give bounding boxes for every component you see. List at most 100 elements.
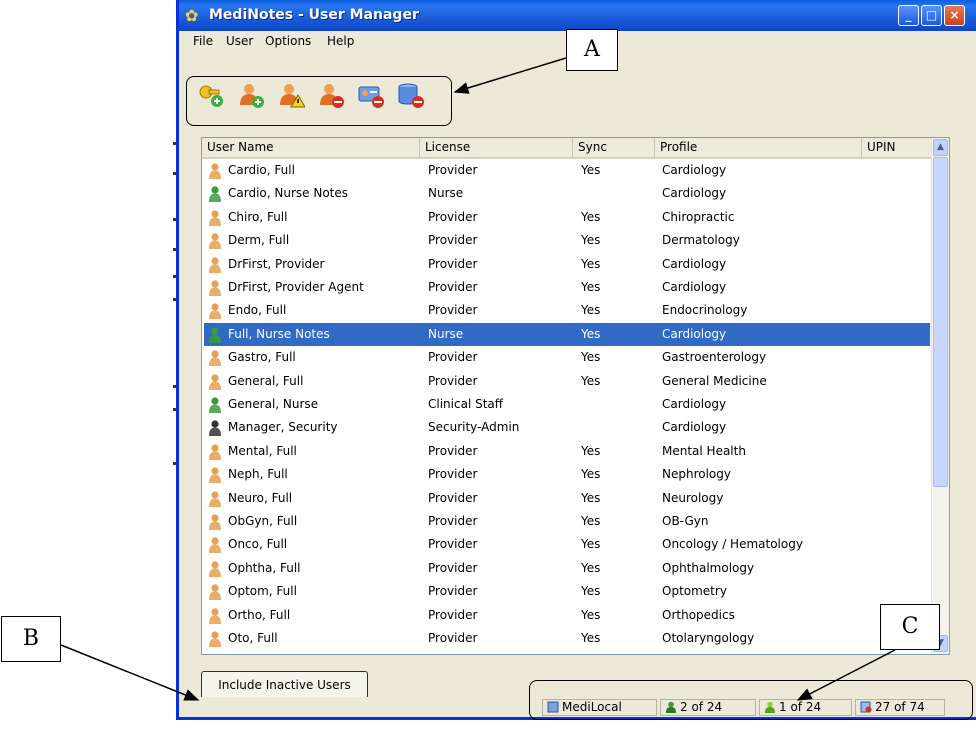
provider-user-icon	[209, 256, 221, 273]
cell-sync: Yes	[581, 584, 601, 599]
table-row[interactable]: Mental, Full Provider Yes Mental Health	[204, 440, 930, 463]
column-header-user-name[interactable]: User Name	[202, 138, 420, 157]
table-row[interactable]: Derm, Full Provider Yes Dermatology	[204, 229, 930, 252]
cell-sync: Yes	[581, 256, 601, 271]
cell-sync: Yes	[581, 280, 601, 294]
cell-profile: Optometry	[662, 584, 727, 599]
table-row[interactable]: Neuro, Full Provider Yes Neurology	[204, 487, 930, 510]
cell-user-name: Gastro, Full	[228, 350, 296, 365]
scroll-up-button[interactable]: ▲	[933, 139, 948, 156]
cell-user-name: Derm, Full	[228, 233, 290, 248]
table-row[interactable]: Manager, Security Security-Admin Cardiolog…	[204, 416, 930, 439]
cell-user-name: Chiro, Full	[228, 209, 288, 224]
table-row[interactable]: Ortho, Full Provider Yes Orthopedics	[204, 604, 930, 627]
cell-user-name: Full, Nurse Notes	[228, 326, 330, 341]
nurse-user-icon	[209, 397, 221, 413]
window-title: MediNotes - User Manager	[209, 7, 419, 23]
table-row[interactable]: Ophtha, Full Provider Yes Ophthalmology	[204, 557, 930, 580]
include-inactive-users-button[interactable]: Include Inactive Users	[201, 671, 368, 699]
cell-profile: Otolaryngology	[662, 631, 755, 645]
callout-c: C	[880, 604, 940, 650]
menu-options[interactable]: Options	[265, 34, 311, 48]
table-row[interactable]: Gastro, Full Provider Yes Gastroenterology	[204, 346, 930, 369]
cell-license: Provider	[428, 490, 478, 505]
table-row[interactable]: Pain, Full Provider Yes Pain Management	[204, 650, 930, 655]
minimize-button[interactable]: _	[898, 5, 919, 26]
table-row[interactable]: Cardio, Nurse Notes Nurse Cardiology	[204, 182, 930, 205]
cell-license: Provider	[428, 303, 478, 318]
toolbar-highlight-outline	[186, 76, 452, 126]
cell-profile: Mental Health	[662, 443, 746, 458]
user-list[interactable]: User Name License Sync Profile UPIN Card…	[201, 137, 950, 655]
provider-user-icon	[209, 537, 221, 554]
cell-sync: Yes	[581, 233, 601, 248]
provider-user-icon	[209, 490, 221, 507]
cell-profile: Gastroenterology	[662, 350, 767, 365]
cell-profile: Pain Management	[662, 650, 770, 654]
admin-user-icon	[209, 420, 221, 437]
vertical-scrollbar[interactable]: ▲ ▼	[931, 138, 949, 654]
table-row[interactable]: ObGyn, Full Provider Yes OB-Gyn	[204, 510, 930, 533]
provider-user-icon	[208, 653, 222, 655]
cell-license: Provider	[428, 650, 477, 654]
cell-license: Provider	[428, 209, 478, 224]
callout-b: B	[1, 616, 61, 662]
menu-help[interactable]: Help	[327, 34, 354, 48]
table-row[interactable]: Onco, Full Provider Yes Oncology / Hematolo…	[204, 533, 930, 556]
cell-sync: Yes	[581, 350, 601, 365]
title-bar[interactable]: ✿ MediNotes - User Manager _ □ ×	[179, 0, 976, 31]
provider-user-icon	[209, 233, 221, 250]
cell-sync: Yes	[581, 163, 601, 177]
cell-license: Provider	[428, 443, 478, 458]
cell-license: Provider	[428, 280, 478, 294]
cell-sync: Yes	[581, 607, 601, 622]
table-row[interactable]: Full, Nurse Notes Nurse Yes Cardiology	[204, 322, 930, 346]
table-row[interactable]: Neph, Full Provider Yes Nephrology	[204, 463, 930, 486]
close-button[interactable]: ×	[944, 5, 965, 26]
table-row[interactable]: General, Full Provider Yes General Medicine	[204, 370, 930, 393]
scroll-thumb[interactable]	[933, 157, 948, 487]
table-row[interactable]: DrFirst, Provider Agent Provider Yes Cardio…	[204, 276, 930, 299]
provider-user-icon	[209, 444, 221, 460]
provider-user-icon	[209, 631, 221, 647]
cell-license: Provider	[428, 560, 478, 575]
cell-license: Provider	[428, 514, 478, 528]
cell-profile: Endocrinology	[662, 303, 748, 318]
cell-sync: Yes	[581, 514, 601, 528]
maximize-button[interactable]: □	[921, 5, 942, 26]
column-header-profile[interactable]: Profile	[655, 138, 862, 157]
table-row[interactable]: DrFirst, Provider Provider Yes Cardiology	[204, 253, 930, 276]
menu-user[interactable]: User	[226, 34, 253, 48]
provider-user-icon	[209, 467, 221, 484]
cell-user-name: Ophtha, Full	[228, 560, 301, 575]
table-row[interactable]: Cardio, Full Provider Yes Cardiology	[204, 159, 930, 182]
column-header-sync[interactable]: Sync	[573, 138, 655, 157]
table-row[interactable]: Chiro, Full Provider Yes Chiropractic	[204, 206, 930, 229]
cell-profile: Cardiology	[662, 326, 727, 341]
nurse-user-icon	[209, 327, 221, 343]
provider-user-icon	[209, 561, 221, 577]
provider-user-icon	[209, 373, 221, 390]
nurse-user-icon	[209, 186, 221, 203]
table-row[interactable]: Optom, Full Provider Yes Optometry	[204, 580, 930, 603]
cell-user-name: Pain, Full	[228, 650, 281, 654]
menu-file[interactable]: File	[193, 34, 213, 48]
cell-license: Nurse	[428, 186, 464, 201]
provider-user-icon	[209, 210, 221, 226]
medinotes-app-icon: ✿	[185, 6, 199, 25]
cell-profile: Nephrology	[662, 467, 731, 482]
cell-user-name: General, Nurse	[228, 397, 319, 411]
table-row[interactable]: Endo, Full Provider Yes Endocrinology	[204, 299, 930, 322]
cell-license: Security-Admin	[428, 420, 520, 435]
cell-profile: Cardiology	[662, 420, 727, 435]
callout-a: A	[566, 29, 618, 71]
column-header-license[interactable]: License	[420, 138, 573, 157]
cell-user-name: ObGyn, Full	[228, 514, 298, 528]
cell-user-name: Manager, Security	[228, 420, 338, 435]
provider-user-icon	[209, 607, 221, 624]
cell-user-name: Onco, Full	[228, 537, 288, 552]
cell-license: Provider	[428, 256, 478, 271]
table-row[interactable]: Oto, Full Provider Yes Otolaryngology	[204, 627, 930, 650]
cell-sync: Yes	[581, 303, 601, 318]
table-row[interactable]: General, Nurse Clinical Staff Cardiology	[204, 393, 930, 416]
